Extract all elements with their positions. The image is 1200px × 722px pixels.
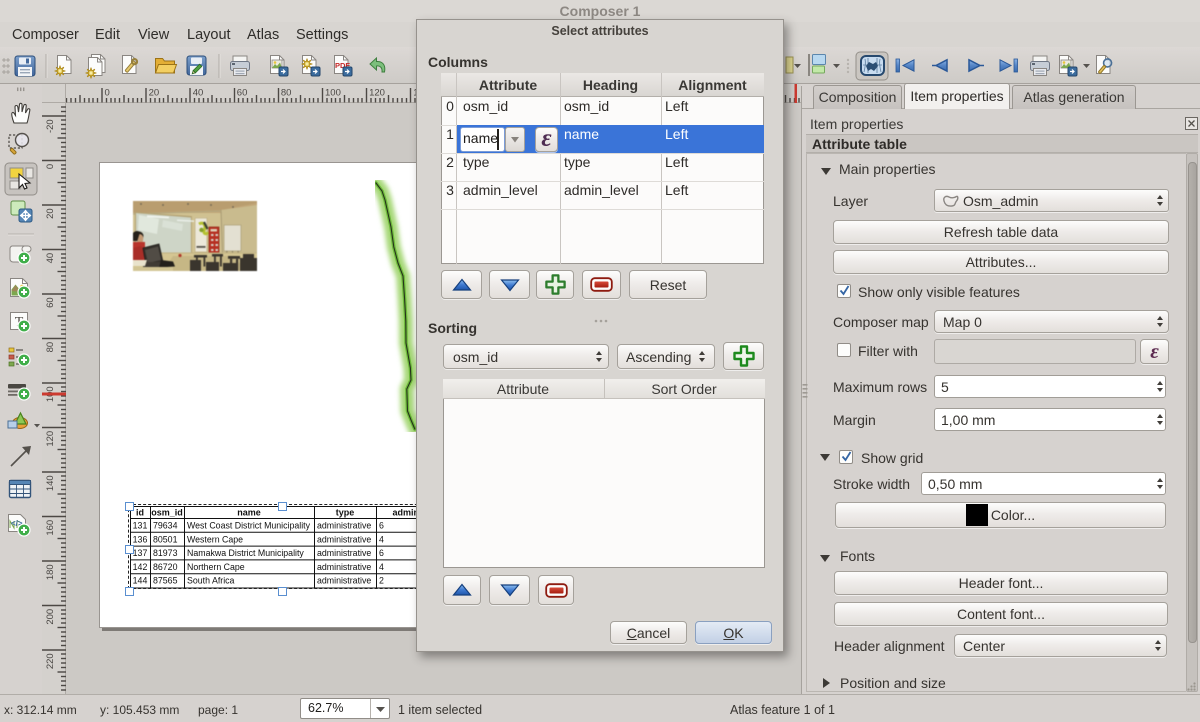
svg-text:180: 180 — [45, 564, 56, 580]
svg-text:60: 60 — [237, 88, 248, 99]
svg-text:40: 40 — [45, 253, 56, 264]
svg-text:80: 80 — [281, 88, 292, 99]
svg-text:0: 0 — [105, 88, 110, 99]
svg-text:140: 140 — [45, 475, 56, 491]
svg-text:40: 40 — [193, 88, 204, 99]
svg-text:80: 80 — [45, 342, 56, 353]
svg-text:160: 160 — [45, 520, 56, 536]
svg-text:120: 120 — [369, 88, 385, 99]
svg-text:100: 100 — [325, 88, 341, 99]
svg-text:0: 0 — [45, 164, 56, 169]
svg-text:20: 20 — [45, 208, 56, 219]
svg-text:220: 220 — [45, 653, 56, 669]
svg-text:20: 20 — [149, 88, 160, 99]
svg-text:-20: -20 — [45, 119, 56, 133]
svg-text:60: 60 — [45, 297, 56, 308]
svg-text:120: 120 — [45, 431, 56, 447]
svg-text:200: 200 — [45, 609, 56, 625]
